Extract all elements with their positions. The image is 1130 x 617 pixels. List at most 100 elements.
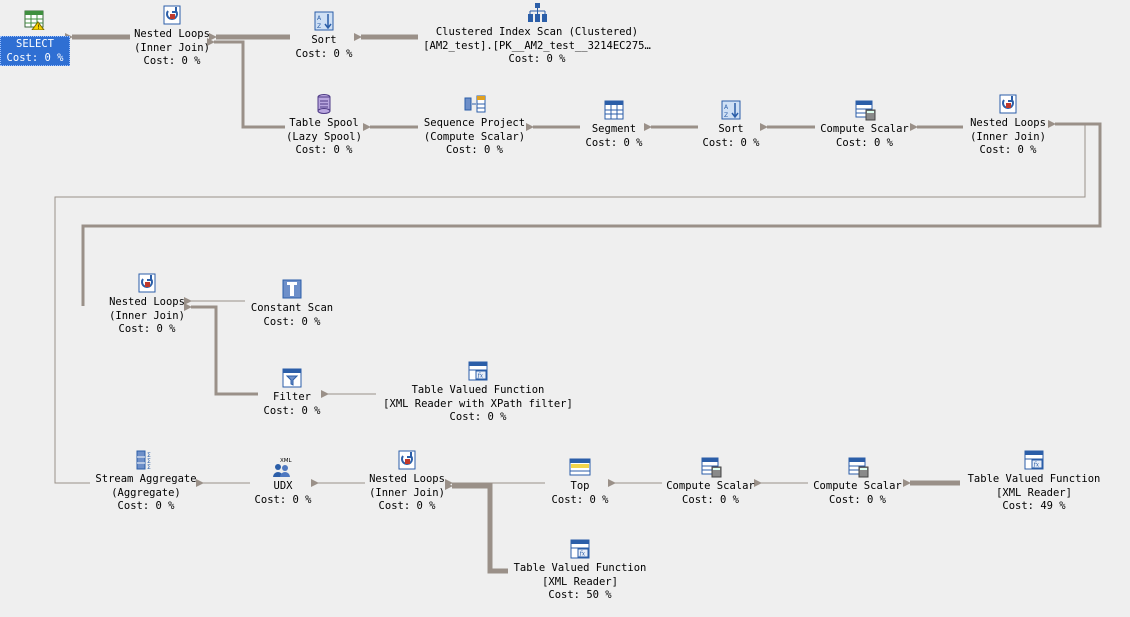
stream-aggregate-node[interactable]: Σ Σ Σ Stream Aggregate (Aggregate) Cost:… — [88, 449, 204, 514]
table-valued-function-icon: fx — [570, 539, 590, 559]
compute-scalar-2-name: Compute Scalar — [666, 480, 755, 492]
compute-scalar-node-3[interactable]: Compute Scalar Cost: 0 % — [805, 456, 910, 507]
constant-scan-node[interactable]: Constant Scan Cost: 0 % — [240, 278, 344, 329]
top-icon — [569, 458, 591, 476]
udx-name: UDX — [273, 480, 293, 492]
stream-aggregate-icon: Σ Σ Σ — [136, 450, 151, 471]
compute-scalar-node-1[interactable]: Compute Scalar Cost: 0 % — [812, 99, 917, 150]
sort-icon: A Z — [721, 100, 741, 120]
nested-loops-node-1[interactable]: Nested Loops (Inner Join) Cost: 0 % — [122, 4, 222, 69]
table-spool-type: (Lazy Spool) — [286, 130, 362, 143]
svg-text:Z: Z — [317, 23, 321, 30]
table-valued-function-icon: fx — [468, 361, 488, 381]
nested-loops-3-name: Nested Loops — [109, 296, 185, 308]
svg-text:!: ! — [37, 24, 39, 30]
compute-scalar-1-cost: Cost: 0 % — [836, 136, 893, 149]
constant-scan-name: Constant Scan — [250, 302, 334, 314]
table-valued-function-node-2[interactable]: fx Table Valued Function [XML Reader] Co… — [960, 449, 1108, 514]
svg-text:fx: fx — [579, 551, 586, 558]
sequence-project-node[interactable]: Sequence Project (Compute Scalar) Cost: … — [412, 93, 537, 158]
table-valued-function-2-cost: Cost: 49 % — [1002, 500, 1066, 512]
table-valued-function-1-cost: Cost: 0 % — [449, 411, 507, 423]
table-valued-function-1-type: [XML Reader with XPath filter] — [383, 397, 573, 410]
sequence-project-type: (Compute Scalar) — [423, 130, 526, 143]
arrow-nl3-nl2 — [81, 120, 1102, 306]
nested-loops-2-type: (Inner Join) — [970, 130, 1046, 143]
table-spool-cost: Cost: 0 % — [295, 144, 353, 156]
compute-scalar-icon — [855, 100, 875, 121]
sort-2-name: Sort — [718, 123, 744, 135]
nested-loops-icon — [999, 94, 1017, 114]
nested-loops-3-cost: Cost: 0 % — [118, 323, 176, 335]
table-spool-name: Table Spool — [289, 117, 359, 129]
nested-loops-1-cost: Cost: 0 % — [143, 55, 201, 67]
sort-2-cost: Cost: 0 % — [702, 136, 760, 149]
filter-icon — [282, 368, 302, 388]
compute-scalar-1-name: Compute Scalar — [820, 123, 909, 135]
table-valued-function-3-name: Table Valued Function — [513, 562, 647, 574]
nested-loops-1-name: Nested Loops — [134, 28, 210, 40]
filter-name: Filter — [273, 391, 311, 403]
udx-icon-text: XML — [280, 458, 293, 464]
stream-aggregate-type: (Aggregate) — [111, 486, 181, 499]
sort-node-2[interactable]: A Z Sort Cost: 0 % — [695, 99, 767, 150]
constant-scan-cost: Cost: 0 % — [263, 315, 321, 328]
select-cost: Cost: 0 % — [6, 51, 64, 64]
nested-loops-node-3[interactable]: Nested Loops (Inner Join) Cost: 0 % — [97, 272, 197, 337]
nested-loops-icon — [138, 273, 156, 293]
arrow-sagg-nl3 — [54, 123, 1086, 484]
clustered-index-scan-cost: Cost: 0 % — [508, 53, 566, 65]
sort-icon: A Z — [314, 11, 334, 31]
select-label-box[interactable]: SELECT Cost: 0 % — [0, 36, 70, 66]
compute-scalar-2-cost: Cost: 0 % — [682, 493, 739, 506]
nested-loops-2-name: Nested Loops — [970, 117, 1046, 129]
compute-scalar-3-name: Compute Scalar — [813, 480, 902, 492]
table-valued-function-3-cost: Cost: 50 % — [548, 589, 612, 601]
table-valued-function-2-name: Table Valued Function — [967, 473, 1101, 485]
udx-node[interactable]: XML UDX Cost: 0 % — [248, 456, 318, 507]
table-valued-function-3-type: [XML Reader] — [542, 575, 618, 588]
svg-text:fx: fx — [1033, 462, 1040, 469]
nested-loops-2-cost: Cost: 0 % — [979, 144, 1037, 156]
compute-scalar-icon — [701, 457, 721, 478]
table-valued-function-2-type: [XML Reader] — [996, 486, 1072, 499]
sequence-project-icon — [464, 95, 485, 113]
nested-loops-node-4[interactable]: Nested Loops (Inner Join) Cost: 0 % — [357, 449, 457, 514]
table-valued-function-node-3[interactable]: fx Table Valued Function [XML Reader] Co… — [506, 538, 654, 603]
nested-loops-icon — [398, 450, 416, 470]
select-node[interactable]: ! — [0, 8, 72, 32]
table-valued-function-node-1[interactable]: fx Table Valued Function [XML Reader wit… — [373, 360, 583, 425]
nested-loops-node-2[interactable]: Nested Loops (Inner Join) Cost: 0 % — [958, 93, 1058, 158]
sort-1-cost: Cost: 0 % — [295, 47, 353, 60]
nested-loops-3-type: (Inner Join) — [109, 309, 185, 322]
svg-text:Σ: Σ — [147, 464, 151, 471]
nested-loops-icon — [163, 5, 181, 25]
sequence-project-cost: Cost: 0 % — [446, 144, 503, 156]
arrow-tvf3-nl4 — [445, 482, 508, 574]
select-label: SELECT — [16, 38, 54, 50]
nested-loops-4-cost: Cost: 0 % — [378, 500, 436, 512]
compute-scalar-3-cost: Cost: 0 % — [829, 493, 886, 506]
table-valued-function-icon: fx — [1024, 450, 1044, 470]
clustered-index-scan-object: [AM2_test].[PK__AM2_test__3214EC275… — [423, 39, 651, 52]
compute-scalar-node-2[interactable]: Compute Scalar Cost: 0 % — [658, 456, 763, 507]
top-node[interactable]: Top Cost: 0 % — [545, 456, 615, 507]
stream-aggregate-cost: Cost: 0 % — [117, 500, 175, 512]
sort-1-name: Sort — [311, 34, 337, 46]
segment-node[interactable]: Segment Cost: 0 % — [578, 99, 650, 150]
udx-xml-icon: XML — [273, 458, 293, 477]
select-result-icon: ! — [24, 10, 45, 30]
sequence-project-name: Sequence Project — [423, 117, 526, 129]
table-spool-icon — [317, 94, 331, 114]
stream-aggregate-name: Stream Aggregate — [95, 473, 197, 485]
filter-cost: Cost: 0 % — [263, 404, 321, 417]
udx-cost: Cost: 0 % — [254, 493, 312, 506]
filter-node[interactable]: Filter Cost: 0 % — [256, 367, 328, 418]
clustered-index-scan-node[interactable]: Clustered Index Scan (Clustered) [AM2_te… — [412, 2, 662, 67]
sort-node-1[interactable]: A Z Sort Cost: 0 % — [284, 10, 364, 61]
top-name: Top — [570, 480, 590, 492]
compute-scalar-icon — [848, 457, 868, 478]
table-spool-node[interactable]: Table Spool (Lazy Spool) Cost: 0 % — [274, 93, 374, 158]
svg-text:Z: Z — [724, 112, 728, 119]
nested-loops-1-type: (Inner Join) — [134, 41, 210, 54]
